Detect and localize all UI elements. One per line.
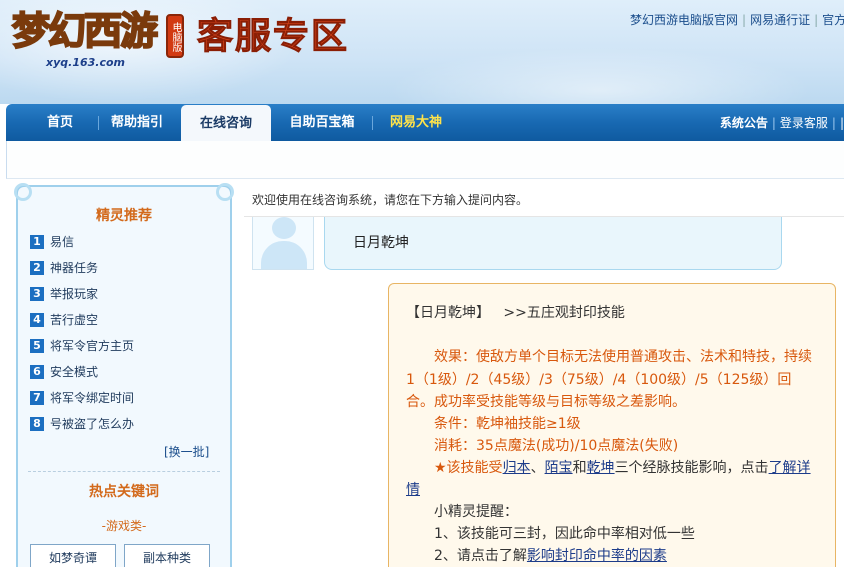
effect-line: 1（1级）/2（45级）/3（75级）/4（100级）/5（125级）回 bbox=[406, 372, 792, 388]
system-notice-link[interactable]: 系统公告 bbox=[720, 116, 768, 130]
item-number: 4 bbox=[30, 312, 44, 327]
answer-path: >>五庄观封印技能 bbox=[503, 305, 625, 321]
item-number: 1 bbox=[30, 234, 44, 249]
link-guiben[interactable]: 归本 bbox=[503, 460, 531, 476]
effect-line: 效果：使敌方单个目标无法使用普通攻击、法术和特技，持续 bbox=[434, 349, 812, 365]
hit-rate-factors-link[interactable]: 影响封印命中率的因素 bbox=[527, 548, 667, 564]
top-link-passport[interactable]: 网易通行证 bbox=[750, 13, 810, 27]
nav-divider bbox=[372, 116, 373, 130]
game-logo[interactable]: 梦幻西游 电脑版 xyq.163.com bbox=[11, 6, 184, 72]
sub-toolbar bbox=[6, 141, 844, 179]
category-label: -游戏类- bbox=[101, 519, 147, 533]
page-title: 客服专区 bbox=[196, 16, 350, 58]
tab-netease-dashen[interactable]: 网易大神 bbox=[380, 104, 452, 141]
learn-more-line: 情 bbox=[406, 479, 420, 502]
item-label: 神器任务 bbox=[50, 261, 99, 275]
tip-item: 2、请点击了解影响封印命中率的因素 bbox=[434, 545, 667, 567]
divider: | bbox=[742, 13, 747, 27]
cost-line: 消耗：35点魔法(成功)/10点魔法(失败) bbox=[434, 438, 679, 454]
recommend-title: 精灵推荐 bbox=[96, 208, 152, 224]
logo-wordmark: 梦幻西游 bbox=[11, 7, 159, 54]
item-label: 安全模式 bbox=[50, 365, 99, 379]
tab-home[interactable]: 首页 bbox=[32, 104, 88, 141]
nav-right-links: 系统公告 | 登录客服 | | bbox=[720, 104, 844, 141]
tab-online-consult[interactable]: 在线咨询 bbox=[181, 105, 271, 141]
avatar-body bbox=[261, 241, 307, 269]
answer-heading: 【日月乾坤】 >>五庄观封印技能 bbox=[406, 302, 625, 325]
recommend-item[interactable]: 6 安全模式 bbox=[30, 362, 98, 382]
corner-ornament bbox=[14, 183, 32, 201]
tip-title: 小精灵提醒： bbox=[434, 504, 518, 520]
nav-divider bbox=[98, 116, 99, 130]
user-question-bubble: 日月乾坤 bbox=[324, 217, 782, 270]
recommend-item[interactable]: 1 易信 bbox=[30, 232, 74, 252]
keyword-button[interactable]: 如梦奇谭 bbox=[30, 544, 116, 567]
item-number: 6 bbox=[30, 364, 44, 379]
tab-help[interactable]: 帮助指引 bbox=[102, 104, 172, 141]
item-label: 将军令官方主页 bbox=[50, 339, 135, 353]
top-link-official-site[interactable]: 梦幻西游电脑版官网 bbox=[630, 13, 738, 27]
separator-text: 、 bbox=[530, 460, 545, 476]
learn-more-link[interactable]: 了解详 bbox=[769, 460, 811, 476]
item-number: 5 bbox=[30, 338, 44, 353]
recommend-item[interactable]: 5 将军令官方主页 bbox=[30, 336, 134, 356]
main-nav: 首页 帮助指引 在线咨询 自助百宝箱 网易大神 系统公告 | 登录客服 | | bbox=[6, 104, 844, 141]
answer-term: 【日月乾坤】 bbox=[406, 305, 490, 321]
top-link-official[interactable]: 官方 bbox=[822, 13, 844, 27]
recommend-item[interactable]: 3 举报玩家 bbox=[30, 284, 98, 304]
recommend-item[interactable]: 8 号被盗了怎么办 bbox=[30, 414, 134, 434]
site-header: 梦幻西游 电脑版 xyq.163.com 客服专区 梦幻西游电脑版官网 | 网易通行… bbox=[0, 0, 844, 104]
item-label: 将军令绑定时间 bbox=[50, 391, 135, 405]
divider: | bbox=[814, 13, 819, 27]
item-label: 举报玩家 bbox=[50, 287, 99, 301]
recommend-item[interactable]: 2 神器任务 bbox=[30, 258, 98, 278]
tip-item: 1、该技能可三封，因此命中率相对低一些 bbox=[434, 526, 695, 542]
divider: | bbox=[831, 116, 836, 130]
item-label: 苦行虚空 bbox=[50, 313, 99, 327]
avatar-head bbox=[272, 217, 296, 239]
user-avatar bbox=[252, 217, 314, 270]
link-qiankun[interactable]: 乾坤 bbox=[587, 460, 615, 476]
item-number: 3 bbox=[30, 286, 44, 301]
hot-keywords-title: 热点关键词 bbox=[89, 484, 159, 500]
meridian-suffix: 三个经脉技能影响，点击 bbox=[614, 460, 769, 476]
welcome-message: 欢迎使用在线咨询系统，请您在下方输入提问内容。 bbox=[252, 193, 529, 207]
star-prefix: ★该技能受 bbox=[434, 460, 503, 476]
answer-card: 【日月乾坤】 >>五庄观封印技能 效果：使敌方单个目标无法使用普通攻击、法术和特… bbox=[388, 283, 836, 567]
recommend-item[interactable]: 4 苦行虚空 bbox=[30, 310, 98, 330]
condition-line: 条件：乾坤袖技能≥1级 bbox=[434, 416, 581, 432]
tip-prefix: 2、请点击了解 bbox=[434, 548, 527, 564]
login-service-link[interactable]: 登录客服 bbox=[780, 116, 828, 130]
nav-more-link: | bbox=[839, 116, 844, 130]
learn-more-link-cont[interactable]: 情 bbox=[406, 482, 420, 498]
link-moubao[interactable]: 陌宝 bbox=[545, 460, 573, 476]
item-number: 8 bbox=[30, 416, 44, 431]
sidebar-panel: 精灵推荐 1 易信 2 神器任务 3 举报玩家 4 苦行虚空 5 将军令官方主页 6 安全模… bbox=[14, 183, 234, 567]
effect-line: 合。成功率受技能等级与目标等级之差影响。 bbox=[406, 394, 686, 410]
meridian-note: ★该技能受归本、陌宝和乾坤三个经脉技能影响，点击了解详 bbox=[434, 457, 811, 480]
divider bbox=[28, 471, 220, 472]
divider: | bbox=[771, 116, 776, 130]
item-number: 2 bbox=[30, 260, 44, 275]
item-label: 号被盗了怎么办 bbox=[50, 417, 135, 431]
tab-self-service[interactable]: 自助百宝箱 bbox=[280, 104, 364, 141]
refresh-button[interactable]: [换一批] bbox=[164, 443, 209, 460]
user-question-text: 日月乾坤 bbox=[353, 235, 409, 251]
corner-ornament bbox=[216, 183, 234, 201]
item-label: 易信 bbox=[50, 235, 75, 249]
logo-url: xyq.163.com bbox=[46, 56, 125, 69]
and-text: 和 bbox=[572, 460, 587, 476]
recommend-item[interactable]: 7 将军令绑定时间 bbox=[30, 388, 134, 408]
logo-badge: 电脑版 bbox=[166, 14, 184, 58]
top-links: 梦幻西游电脑版官网 | 网易通行证 | 官方 bbox=[630, 11, 844, 28]
item-number: 7 bbox=[30, 390, 44, 405]
keyword-button[interactable]: 副本种类 bbox=[124, 544, 210, 567]
